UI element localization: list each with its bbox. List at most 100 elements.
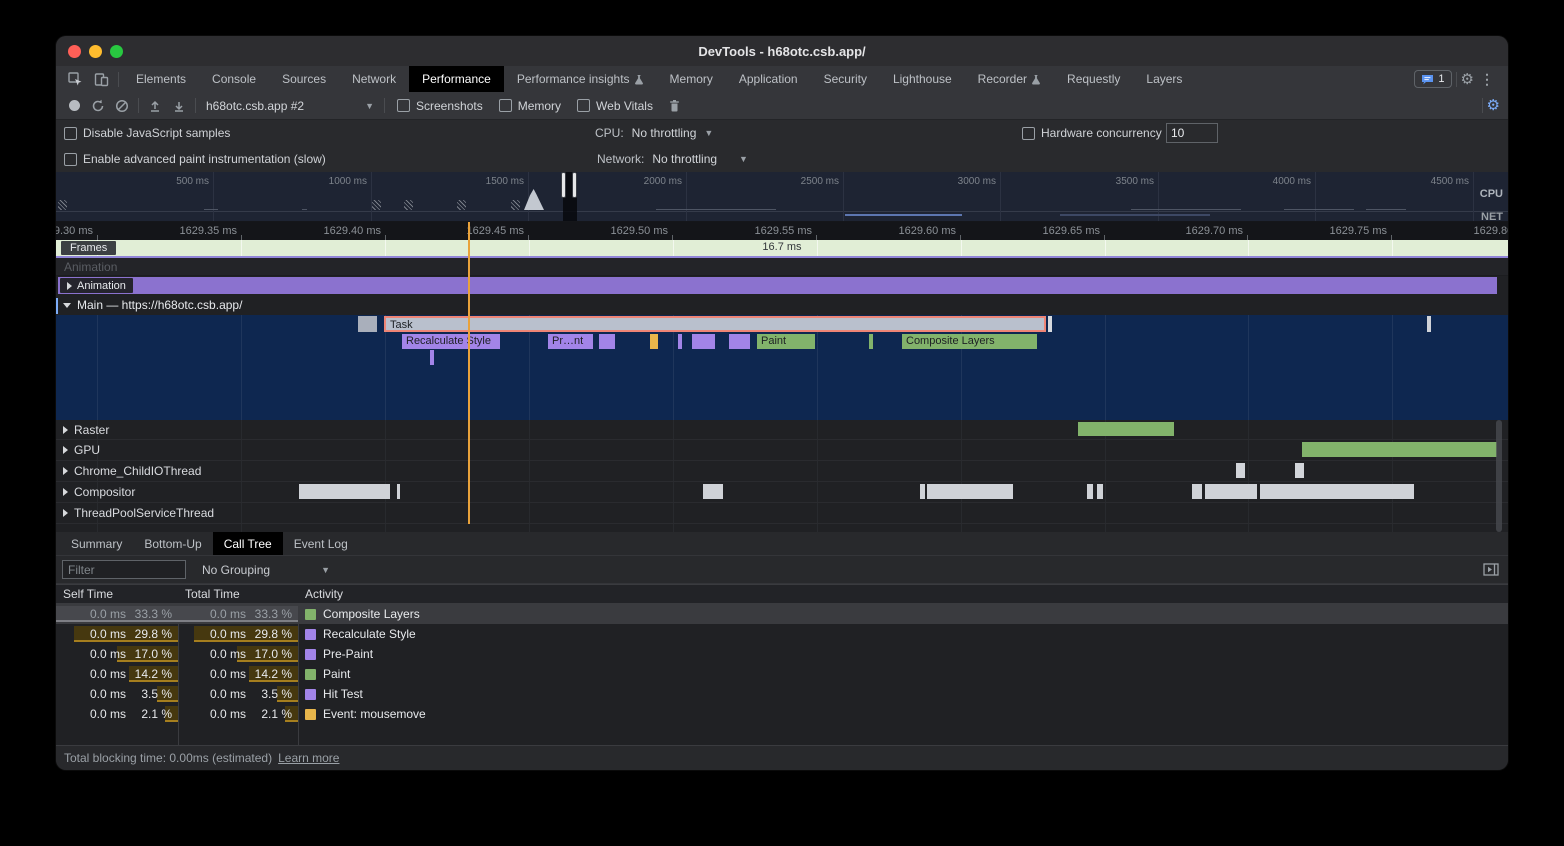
- activity-segment[interactable]: [1097, 484, 1103, 499]
- activity-segment[interactable]: [920, 484, 925, 499]
- main-track-header[interactable]: Main — https://h68otc.csb.app/: [56, 295, 1508, 315]
- vertical-scrollbar[interactable]: [1496, 420, 1502, 532]
- event-segment[interactable]: [1427, 316, 1431, 332]
- screenshots-checkbox[interactable]: Screenshots: [397, 99, 483, 113]
- track-gpu[interactable]: GPU: [56, 440, 1508, 461]
- activity-segment[interactable]: [1236, 463, 1245, 478]
- hardware-concurrency-checkbox[interactable]: Hardware concurrency: [1022, 126, 1162, 140]
- grouping-select[interactable]: No Grouping ▼: [202, 563, 330, 577]
- network-throttle-select[interactable]: No throttling: [652, 152, 717, 166]
- show-sidebar-icon[interactable]: [1483, 563, 1499, 576]
- header-self-time[interactable]: Self Time: [56, 587, 178, 601]
- main-flame-chart[interactable]: Task Recalculate Style Pr…nt Paint Composite…: [56, 315, 1508, 420]
- animations-track[interactable]: Animation: [56, 276, 1508, 295]
- clear-icon[interactable]: [110, 94, 134, 118]
- event-segment[interactable]: [678, 334, 682, 349]
- tab-console[interactable]: Console: [199, 66, 269, 92]
- table-row[interactable]: 0.0 ms14.2 %0.0 ms14.2 %Paint: [56, 664, 1508, 684]
- capture-settings-gear-icon[interactable]: ⚙: [1487, 98, 1500, 113]
- settings-gear-icon[interactable]: ⚙: [1461, 72, 1474, 87]
- cpu-throttle-select[interactable]: No throttling: [632, 126, 697, 140]
- activity-segment[interactable]: [1295, 463, 1304, 478]
- activity-segment[interactable]: [1078, 422, 1174, 436]
- save-profile-icon[interactable]: [167, 94, 191, 118]
- activity-segment[interactable]: [927, 484, 1013, 499]
- tab-requestly[interactable]: Requestly: [1054, 66, 1133, 92]
- tab-recorder[interactable]: Recorder: [965, 66, 1054, 92]
- tab-application[interactable]: Application: [726, 66, 811, 92]
- load-profile-icon[interactable]: [143, 94, 167, 118]
- tab-memory[interactable]: Memory: [657, 66, 726, 92]
- activity-segment[interactable]: [1302, 442, 1497, 457]
- event-task[interactable]: Task: [384, 316, 1046, 332]
- activity-segment[interactable]: [397, 484, 400, 499]
- event-recalculate-style[interactable]: Recalculate Style: [402, 334, 500, 349]
- tab-layers[interactable]: Layers: [1133, 66, 1195, 92]
- reload-and-record-icon[interactable]: [86, 94, 110, 118]
- hardware-concurrency-input[interactable]: [1166, 123, 1218, 143]
- bottom-tab-summary[interactable]: Summary: [60, 532, 133, 555]
- device-toolbar-icon[interactable]: [88, 66, 114, 92]
- event-segment[interactable]: [869, 334, 873, 349]
- tab-network[interactable]: Network: [339, 66, 409, 92]
- disable-js-samples-checkbox[interactable]: Disable JavaScript samples: [64, 126, 230, 140]
- timeline-overview[interactable]: CPU NET 500 ms1000 ms1500 ms2000 ms2500 …: [56, 172, 1508, 222]
- bottom-tab-event-log[interactable]: Event Log: [283, 532, 359, 555]
- track-raster[interactable]: Raster: [56, 420, 1508, 440]
- tab-security[interactable]: Security: [811, 66, 880, 92]
- track-threadpoolservicethread[interactable]: ThreadPoolServiceThread: [56, 503, 1508, 524]
- event-segment[interactable]: [430, 350, 434, 365]
- animation-track-badge[interactable]: Animation: [60, 278, 133, 293]
- history-select[interactable]: h68otc.csb.app #2 ▼: [200, 99, 380, 113]
- activity-segment[interactable]: [299, 484, 390, 499]
- inspect-element-icon[interactable]: [62, 66, 88, 92]
- header-total-time[interactable]: Total Time: [178, 587, 298, 601]
- learn-more-link[interactable]: Learn more: [278, 751, 339, 765]
- event-segment[interactable]: [358, 316, 377, 332]
- event-segment[interactable]: [650, 334, 658, 349]
- event-paint[interactable]: Paint: [757, 334, 815, 349]
- tab-elements[interactable]: Elements: [123, 66, 199, 92]
- table-row[interactable]: 0.0 ms33.3 %0.0 ms33.3 %Composite Layers: [56, 604, 1508, 624]
- tab-sources[interactable]: Sources: [269, 66, 339, 92]
- issues-badge[interactable]: 1: [1414, 70, 1451, 88]
- tab-performance[interactable]: Performance: [409, 66, 504, 92]
- trash-icon[interactable]: [663, 94, 687, 118]
- header-activity[interactable]: Activity: [298, 587, 343, 601]
- record-button[interactable]: [62, 94, 86, 118]
- tab-performance-insights[interactable]: Performance insights: [504, 66, 657, 92]
- table-row[interactable]: 0.0 ms3.5 %0.0 ms3.5 %Hit Test: [56, 684, 1508, 704]
- web-vitals-checkbox[interactable]: Web Vitals: [577, 99, 653, 113]
- track-compositor[interactable]: Compositor: [56, 482, 1508, 503]
- memory-checkbox[interactable]: Memory: [499, 99, 561, 113]
- table-row[interactable]: 0.0 ms17.0 %0.0 ms17.0 %Pre-Paint: [56, 644, 1508, 664]
- activity-segment[interactable]: [1087, 484, 1093, 499]
- filter-input[interactable]: [62, 560, 186, 579]
- table-row[interactable]: 0.0 ms29.8 %0.0 ms29.8 %Recalculate Styl…: [56, 624, 1508, 644]
- playhead-line[interactable]: [468, 222, 470, 524]
- activity-segment[interactable]: [703, 484, 723, 499]
- activity-segment[interactable]: [1260, 484, 1414, 499]
- tab-lighthouse[interactable]: Lighthouse: [880, 66, 965, 92]
- animation-bar[interactable]: [58, 277, 1497, 294]
- event-segment[interactable]: [599, 334, 615, 349]
- event-segment[interactable]: [729, 334, 750, 349]
- advanced-paint-checkbox[interactable]: Enable advanced paint instrumentation (s…: [64, 152, 326, 166]
- table-row[interactable]: 0.0 ms2.1 %0.0 ms2.1 %Event: mousemove: [56, 704, 1508, 724]
- event-pr-nt[interactable]: Pr…nt: [548, 334, 593, 349]
- event-segment[interactable]: [1048, 316, 1052, 332]
- selection-handle-right[interactable]: [572, 172, 577, 198]
- bottom-tab-bottom-up[interactable]: Bottom-Up: [133, 532, 212, 555]
- activity-segment[interactable]: [1192, 484, 1202, 499]
- track-chrome_childiothread[interactable]: Chrome_ChildIOThread: [56, 461, 1508, 482]
- bottom-tab-call-tree[interactable]: Call Tree: [213, 532, 283, 555]
- cpu-activity-mark: [1366, 209, 1406, 210]
- overview-tick-label: 3000 ms: [926, 176, 996, 187]
- event-segment[interactable]: [692, 334, 715, 349]
- event-composite-layers[interactable]: Composite Layers: [902, 334, 1037, 349]
- timeline-ruler[interactable]: 1629.30 ms1629.35 ms1629.40 ms1629.45 ms…: [56, 222, 1508, 240]
- frames-track[interactable]: Frames16.7 ms: [56, 240, 1508, 258]
- more-options-icon[interactable]: ⋮: [1474, 71, 1500, 88]
- selection-handle-left[interactable]: [561, 172, 566, 198]
- activity-segment[interactable]: [1211, 484, 1257, 499]
